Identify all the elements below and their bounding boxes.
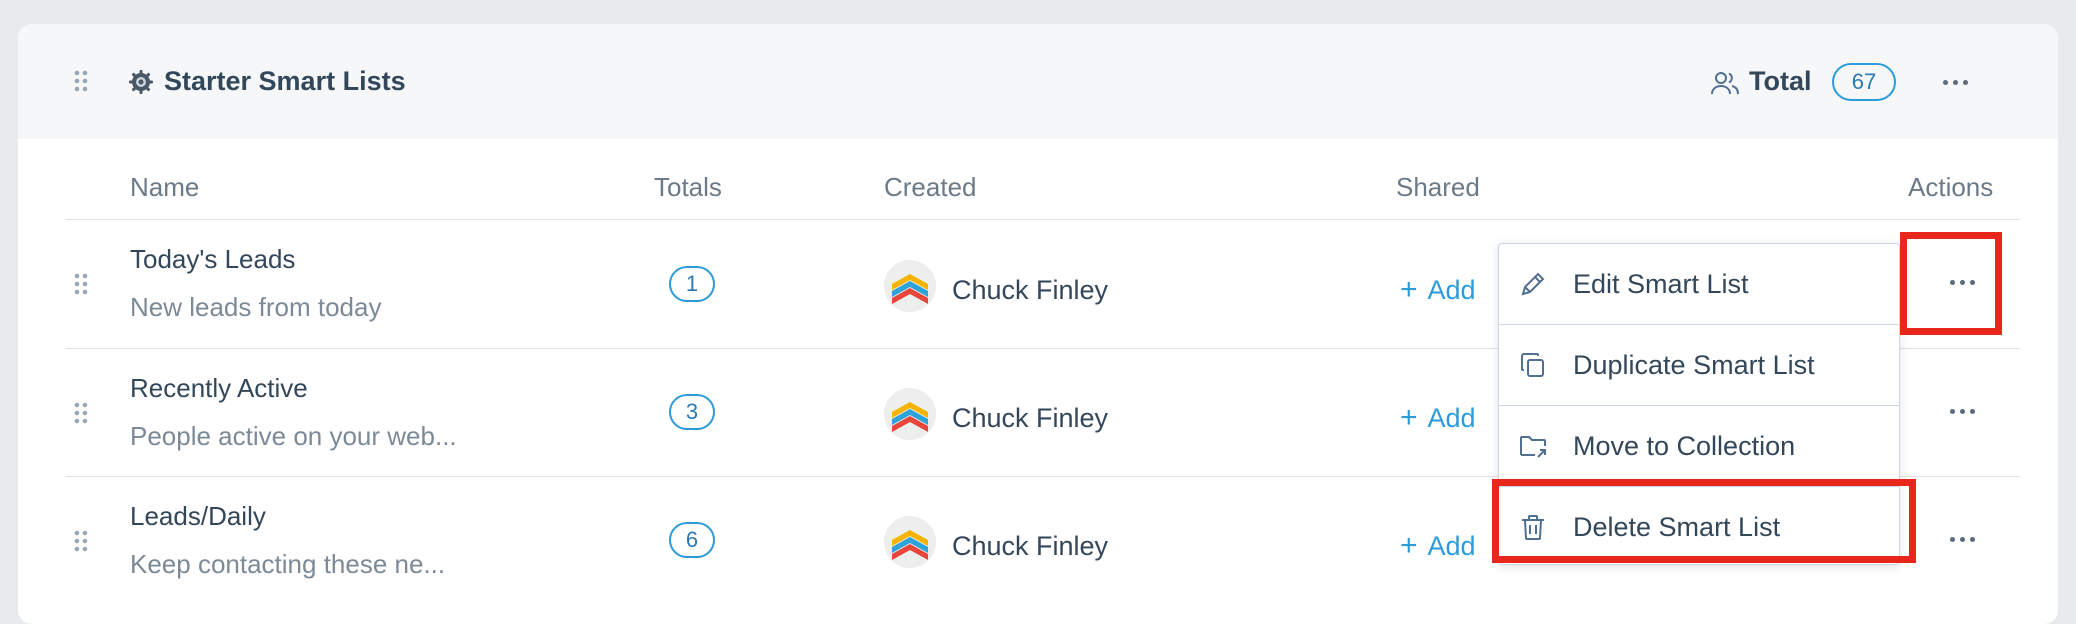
row-owner-name: Chuck Finley: [952, 403, 1109, 433]
plus-icon: +: [1400, 529, 1418, 562]
more-icon: [1946, 524, 1978, 554]
pencil-icon: [1521, 272, 1545, 296]
row-count-badge[interactable]: 1: [669, 266, 715, 302]
list-more-button[interactable]: [1939, 67, 1971, 97]
smart-list-card: Starter Smart Lists Total 67 Name Totals…: [18, 24, 2058, 624]
copy-icon: [1521, 353, 1544, 377]
gear-icon: [128, 69, 154, 95]
column-header-name[interactable]: Name: [130, 172, 199, 203]
row-count-badge[interactable]: 6: [669, 522, 715, 558]
more-icon: [1946, 396, 1978, 426]
menu-item-label: Move to Collection: [1573, 430, 1796, 461]
add-share-button[interactable]: +Add a: [1400, 401, 1484, 435]
column-header-totals[interactable]: Totals: [654, 172, 722, 203]
add-share-button[interactable]: +Add a: [1400, 273, 1484, 307]
folder-move-icon: [1520, 436, 1546, 458]
row-owner-name: Chuck Finley: [952, 275, 1109, 305]
drag-handle-icon[interactable]: [74, 402, 88, 424]
card-header: Starter Smart Lists Total 67: [18, 24, 2058, 139]
list-title: Starter Smart Lists: [164, 66, 406, 96]
column-header-shared[interactable]: Shared: [1396, 172, 1480, 203]
row-name-link[interactable]: Today's Leads: [130, 244, 295, 275]
row-name-link[interactable]: Recently Active: [130, 373, 308, 404]
drag-handle-icon[interactable]: [74, 70, 88, 92]
column-header-created[interactable]: Created: [884, 172, 977, 203]
drag-handle-icon[interactable]: [74, 273, 88, 295]
people-icon: [1710, 68, 1740, 98]
more-icon: [1939, 67, 1971, 97]
row-owner-name: Chuck Finley: [952, 531, 1109, 561]
row-description: Keep contacting these ne...: [130, 549, 446, 579]
menu-item-label: Edit Smart List: [1573, 268, 1749, 299]
highlight-box: [1900, 232, 2002, 335]
row-description: New leads from today: [130, 292, 382, 322]
menu-item-move[interactable]: Move to Collection: [1499, 406, 1899, 486]
row-description: People active on your web...: [130, 421, 457, 451]
row-actions-button[interactable]: [1946, 396, 1978, 426]
total-label: Total: [1749, 66, 1812, 96]
plus-icon: +: [1400, 273, 1418, 306]
row-count-badge[interactable]: 3: [669, 394, 715, 430]
row-name-link[interactable]: Leads/Daily: [130, 501, 266, 532]
plus-icon: +: [1400, 401, 1418, 434]
highlight-box: [1492, 479, 1916, 563]
drag-handle-icon[interactable]: [74, 530, 88, 552]
avatar: [884, 260, 936, 312]
menu-item-edit[interactable]: Edit Smart List: [1499, 244, 1899, 324]
total-count-badge: 67: [1832, 63, 1896, 101]
avatar: [884, 516, 936, 568]
menu-item-label: Duplicate Smart List: [1573, 349, 1815, 380]
row-actions-button[interactable]: [1946, 524, 1978, 554]
add-share-button[interactable]: + Add: [1400, 529, 1484, 563]
header-divider: [66, 219, 2020, 220]
menu-item-duplicate[interactable]: Duplicate Smart List: [1499, 325, 1899, 405]
column-header-actions: Actions: [1908, 172, 1994, 202]
avatar: [884, 388, 936, 440]
